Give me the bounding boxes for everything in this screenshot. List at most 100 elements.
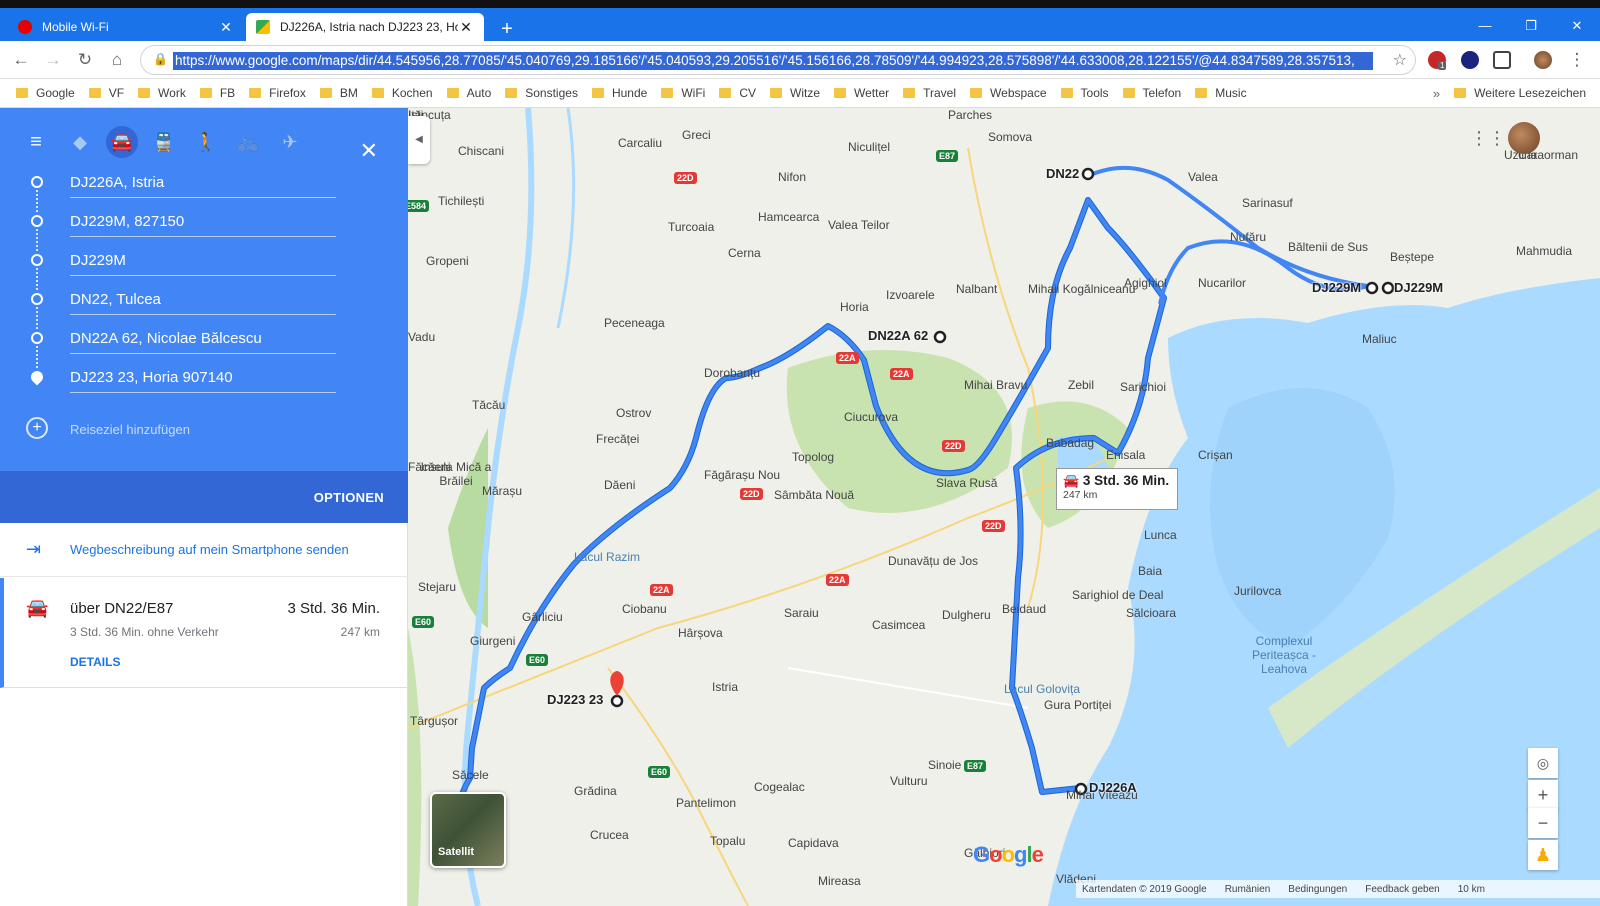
- home-icon[interactable]: ⌂: [106, 49, 128, 71]
- bookmark-item[interactable]: BM: [319, 86, 358, 100]
- road-badge: E60: [412, 616, 435, 628]
- tab-google-maps[interactable]: DJ226A, Istria nach DJ223 23, Ho ✕: [246, 13, 484, 41]
- walk-icon[interactable]: 🚶: [190, 126, 222, 158]
- waypoint-input[interactable]: DJ223 23, Horia 907140: [70, 363, 336, 393]
- add-destination-input[interactable]: Reiseziel hinzufügen: [70, 422, 190, 437]
- transit-icon[interactable]: 🚆: [148, 126, 180, 158]
- bookmark-item[interactable]: Webspace: [970, 86, 1047, 100]
- zoom-in-button[interactable]: +: [1528, 780, 1558, 810]
- collapse-panel-button[interactable]: ◀: [408, 116, 430, 164]
- street-view-pegman-icon[interactable]: ♟: [1528, 840, 1558, 870]
- close-icon[interactable]: ✕: [360, 138, 378, 164]
- route-card[interactable]: 🚘 über DN22/E87 3 Std. 36 Min. 3 Std. 36…: [0, 578, 408, 688]
- bookmark-item[interactable]: Work: [138, 86, 186, 100]
- account-avatar[interactable]: [1508, 122, 1540, 154]
- waypoint-input[interactable]: DN22A 62, Nicolae Bălcescu: [70, 324, 336, 354]
- bookmark-item[interactable]: CV: [719, 86, 756, 100]
- place-label: Hamcearca: [758, 210, 820, 224]
- flight-icon[interactable]: ✈: [274, 126, 306, 158]
- footer-link[interactable]: Kartendaten © 2019 Google: [1082, 884, 1207, 895]
- waypoint-input[interactable]: DJ226A, Istria: [70, 168, 336, 198]
- car-icon[interactable]: 🚘: [106, 126, 138, 158]
- waypoint-input[interactable]: DN22, Tulcea: [70, 285, 336, 315]
- bookmark-star-icon[interactable]: ☆: [1393, 50, 1407, 70]
- url-text[interactable]: https://www.google.com/maps/dir/44.54595…: [173, 52, 1373, 70]
- bookmark-label: Travel: [923, 86, 957, 100]
- waypoint-label: DJ229M: [1394, 280, 1444, 295]
- bookmark-item[interactable]: Firefox: [249, 86, 306, 100]
- new-tab-button[interactable]: +: [496, 18, 518, 41]
- waypoint-marker[interactable]: [1365, 281, 1379, 295]
- send-to-phone-link[interactable]: Wegbeschreibung auf mein Smartphone send…: [70, 542, 349, 557]
- waypoint-input[interactable]: DJ229M, 827150: [70, 207, 336, 237]
- route-info-box[interactable]: 🚘 3 Std. 36 Min. 247 km: [1056, 468, 1178, 510]
- bookmark-item[interactable]: Music: [1195, 86, 1247, 100]
- bookmark-item[interactable]: Tools: [1060, 86, 1109, 100]
- place-label: Gura Portiței: [1044, 698, 1112, 712]
- best-route-icon[interactable]: ◆: [64, 126, 96, 158]
- close-icon[interactable]: ✕: [218, 19, 234, 36]
- send-to-phone-row[interactable]: ⇥ Wegbeschreibung auf mein Smartphone se…: [0, 523, 408, 577]
- place-label: Jurilovca: [1234, 584, 1282, 598]
- bookmark-other[interactable]: Weitere Lesezeichen: [1454, 86, 1586, 100]
- shield-icon[interactable]: [1461, 51, 1479, 69]
- bookmark-item[interactable]: Kochen: [371, 86, 433, 100]
- zoom-out-button[interactable]: −: [1528, 808, 1558, 838]
- menu-icon[interactable]: ≡: [20, 126, 52, 158]
- bookmark-item[interactable]: Witze: [770, 86, 820, 100]
- bookmark-item[interactable]: Auto: [446, 86, 491, 100]
- bookmark-label: BM: [339, 86, 358, 100]
- place-label: Mărașu: [482, 484, 523, 498]
- lock-icon: 🔒: [153, 52, 168, 66]
- footer-link[interactable]: Bedingungen: [1288, 884, 1347, 895]
- route-connector: [36, 307, 38, 329]
- place-label: Topolog: [792, 450, 835, 464]
- satellite-toggle[interactable]: Satellit: [430, 792, 506, 868]
- waypoint-marker[interactable]: [1381, 281, 1395, 295]
- profile-avatar[interactable]: [1534, 51, 1552, 69]
- bookmark-item[interactable]: Google: [16, 86, 75, 100]
- bookmark-label: Telefon: [1142, 86, 1182, 100]
- bookmark-label: Sonstiges: [525, 86, 578, 100]
- reload-icon[interactable]: ↻: [74, 49, 96, 71]
- tab-mobile-wifi[interactable]: Mobile Wi-Fi ✕: [8, 13, 244, 41]
- close-icon[interactable]: ✕: [458, 19, 474, 36]
- bookmark-item[interactable]: Telefon: [1122, 86, 1182, 100]
- bookmark-item[interactable]: Sonstiges: [505, 86, 578, 100]
- footer-link[interactable]: 10 km: [1458, 884, 1485, 895]
- menu-dots-icon[interactable]: ⋮: [1566, 49, 1588, 71]
- bookmark-item[interactable]: Wetter: [834, 86, 889, 100]
- waypoint-marker[interactable]: [933, 330, 947, 344]
- my-location-icon[interactable]: ◎: [1528, 748, 1558, 778]
- forward-icon[interactable]: →: [42, 49, 64, 71]
- bookmark-item[interactable]: VF: [88, 86, 124, 100]
- bookmark-item[interactable]: Hunde: [591, 86, 647, 100]
- map-canvas[interactable]: Parches Somova Niculițel Greci Carcaliu Chisc…: [408, 108, 1600, 906]
- screenshot-icon[interactable]: [1493, 51, 1511, 69]
- place-label: Sâmbăta Nouă: [774, 488, 855, 502]
- bookmark-item[interactable]: FB: [199, 86, 235, 100]
- bookmarks-overflow-icon[interactable]: »: [1433, 86, 1440, 101]
- waypoint-label: DJ229M: [1312, 280, 1362, 295]
- destination-marker[interactable]: [610, 694, 624, 708]
- waypoint-input[interactable]: DJ229M: [70, 246, 336, 276]
- waypoint-marker[interactable]: [1081, 167, 1095, 181]
- bookmark-item[interactable]: Travel: [903, 86, 956, 100]
- folder-icon: [446, 88, 459, 98]
- bicycle-icon[interactable]: 🚲: [232, 126, 264, 158]
- window-close-button[interactable]: ✕: [1554, 18, 1600, 34]
- waypoint-dot-icon: [31, 332, 43, 344]
- minimize-button[interactable]: —: [1462, 18, 1508, 33]
- address-bar[interactable]: 🔒 https://www.google.com/maps/dir/44.545…: [140, 45, 1416, 75]
- bookmark-label: Webspace: [990, 86, 1047, 100]
- google-maps-icon: [256, 20, 270, 34]
- footer-link[interactable]: Rumänien: [1225, 884, 1271, 895]
- bookmark-item[interactable]: WiFi: [661, 86, 705, 100]
- footer-link[interactable]: Feedback geben: [1365, 884, 1440, 895]
- folder-icon: [1060, 88, 1073, 98]
- details-link[interactable]: DETAILS: [70, 655, 120, 669]
- back-icon[interactable]: ←: [10, 49, 32, 71]
- add-destination-icon[interactable]: +: [26, 417, 48, 439]
- maximize-button[interactable]: ❐: [1508, 18, 1554, 34]
- options-button[interactable]: OPTIONEN: [314, 490, 384, 505]
